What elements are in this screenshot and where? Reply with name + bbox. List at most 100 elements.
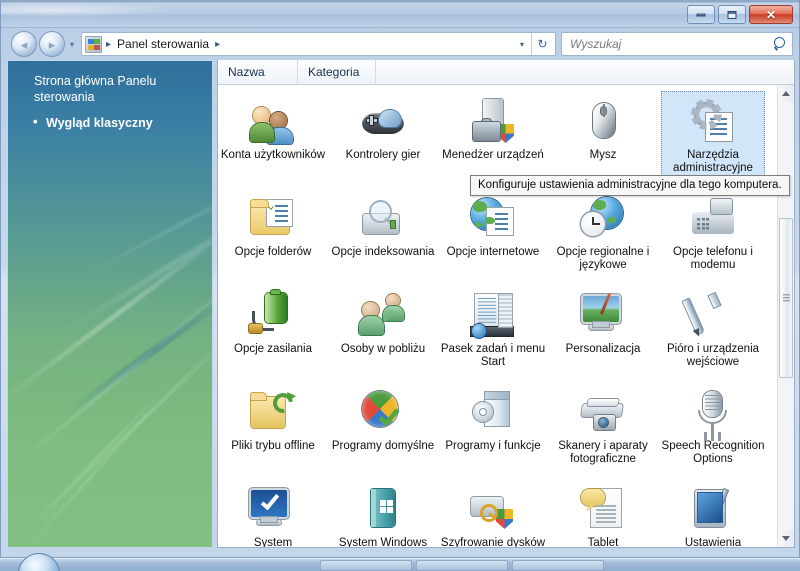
phone-modem-options-icon xyxy=(689,194,737,242)
control-panel-item-label: Ustawienia xyxy=(684,537,742,547)
control-panel-item-label: Opcje zasilania xyxy=(234,343,312,355)
minimize-button[interactable] xyxy=(687,5,715,24)
control-panel-item-windows-update[interactable]: System Windows xyxy=(328,479,438,547)
taskbar-button[interactable] xyxy=(320,560,412,571)
control-panel-item-mouse[interactable]: Mysz xyxy=(548,91,658,188)
address-bar-row: ◂ ▸ ▾ ▸ Panel sterowania ▸ ▾ ↻ Wyszukaj xyxy=(1,28,799,60)
windows-update-icon xyxy=(359,485,407,533)
tooltip: Konfiguruje ustawienia administracyjne d… xyxy=(470,175,790,196)
search-input[interactable]: Wyszukaj xyxy=(570,37,773,51)
forward-button[interactable]: ▸ xyxy=(39,31,65,57)
taskbar-start-menu-icon xyxy=(469,291,517,339)
breadcrumb-separator-leading: ▸ xyxy=(106,38,112,50)
control-panel-item-user-accounts[interactable]: Konta użytkowników xyxy=(218,91,328,188)
address-dropdown-icon[interactable]: ▾ xyxy=(513,40,531,49)
icon-row: Opcje folderów Opcje indeksowania Opcje in… xyxy=(218,188,777,285)
user-accounts-icon xyxy=(249,97,297,145)
control-panel-item-label: Kontrolery gier xyxy=(345,149,421,161)
control-panel-item-folder-options[interactable]: Opcje folderów xyxy=(218,188,328,285)
control-panel-item-label: Konta użytkowników xyxy=(220,149,326,161)
drive-encryption-icon xyxy=(469,485,517,533)
wallpaper-swoosh xyxy=(20,377,176,538)
control-panel-item-regional-language-options[interactable]: Opcje regionalne i językowe xyxy=(548,188,658,285)
control-panel-item-default-programs[interactable]: Programy domyślne xyxy=(328,382,438,479)
control-panel-item-phone-modem-options[interactable]: Opcje telefonu i modemu xyxy=(658,188,768,285)
control-panel-item-programs-and-features[interactable]: Programy i funkcje xyxy=(438,382,548,479)
control-panel-item-label: Opcje indeksowania xyxy=(331,246,435,258)
breadcrumb-separator-trailing[interactable]: ▸ xyxy=(211,39,224,50)
regional-language-options-icon xyxy=(579,194,627,242)
pen-input-devices-icon xyxy=(689,291,737,339)
refresh-icon[interactable]: ↻ xyxy=(531,33,553,55)
sidebar-item-control-panel-home[interactable]: Strona główna Panelu sterowania xyxy=(34,73,198,105)
wallpaper-swoosh xyxy=(24,399,162,547)
control-panel-item-people-near-me[interactable]: Osoby w pobliżu xyxy=(328,285,438,382)
chevron-down-icon xyxy=(782,536,790,541)
address-bar[interactable]: ▸ Panel sterowania ▸ ▾ ↻ xyxy=(81,32,556,56)
back-button[interactable]: ◂ xyxy=(11,31,37,57)
taskbar-button[interactable] xyxy=(512,560,604,571)
control-panel-item-tablet-pc-settings[interactable]: Ustawienia xyxy=(658,479,768,547)
power-options-icon xyxy=(249,290,297,339)
personalization-icon xyxy=(579,291,627,339)
icon-row: Opcje zasilania Osoby w pobliżu Pasek zada… xyxy=(218,285,777,382)
window-body: Strona główna Panelu sterowania Wygląd k… xyxy=(1,60,799,557)
vertical-scrollbar[interactable] xyxy=(777,85,794,547)
control-panel-item-tablet[interactable]: Tablet xyxy=(548,479,658,547)
indexing-options-icon xyxy=(359,194,407,242)
game-controllers-icon xyxy=(359,97,407,145)
window-controls: ✕ xyxy=(687,5,793,24)
maximize-restore-button[interactable] xyxy=(718,5,746,24)
control-panel-item-offline-files[interactable]: Pliki trybu offline xyxy=(218,382,328,479)
close-icon: ✕ xyxy=(765,7,777,22)
recent-pages-button[interactable]: ▾ xyxy=(65,40,79,49)
chevron-up-icon xyxy=(782,91,790,96)
breadcrumb-control-panel[interactable]: Panel sterowania xyxy=(115,36,211,52)
column-header-category[interactable]: Kategoria xyxy=(298,60,376,84)
device-manager-icon xyxy=(469,97,517,145)
control-panel-item-label: Opcje telefonu i modemu xyxy=(673,246,753,271)
control-panel-item-label: Opcje folderów xyxy=(234,246,312,258)
control-panel-item-taskbar-start-menu[interactable]: Pasek zadań i menu Start xyxy=(438,285,548,382)
taskbar[interactable] xyxy=(0,553,800,571)
control-panel-item-label: Pasek zadań i menu Start xyxy=(440,343,546,368)
icon-grid-wrapper: Konta użytkowników Kontrolery gier Menedże… xyxy=(218,85,794,547)
administrative-tools-icon xyxy=(689,97,737,145)
control-panel-item-scanners-cameras[interactable]: Skanery i aparaty fotograficzne xyxy=(548,382,658,479)
control-panel-item-label: Tablet xyxy=(587,537,619,547)
sidebar-task-list: Strona główna Panelu sterowania Wygląd k… xyxy=(8,61,212,131)
control-panel-item-label: Opcje internetowe xyxy=(446,246,540,258)
control-panel-item-label: Opcje regionalne i językowe xyxy=(556,246,650,271)
control-panel-item-game-controllers[interactable]: Kontrolery gier xyxy=(328,91,438,188)
scroll-down-button[interactable] xyxy=(778,530,794,547)
title-bar[interactable]: ✕ xyxy=(1,0,799,28)
control-panel-item-drive-encryption[interactable]: Szyfrowanie dysków xyxy=(438,479,548,547)
control-panel-item-indexing-options[interactable]: Opcje indeksowania xyxy=(328,188,438,285)
control-panel-item-internet-options[interactable]: Opcje internetowe xyxy=(438,188,548,285)
search-icon xyxy=(773,37,787,51)
control-panel-item-pen-input-devices[interactable]: Pióro i urządzenia wejściowe xyxy=(658,285,768,382)
column-header-name[interactable]: Nazwa xyxy=(218,60,298,84)
control-panel-icon xyxy=(85,35,102,53)
control-panel-item-power-options[interactable]: Opcje zasilania xyxy=(218,285,328,382)
sidebar-item-classic-view[interactable]: Wygląd klasyczny xyxy=(33,114,198,131)
control-panel-item-label: System xyxy=(253,537,293,547)
search-box[interactable]: Wyszukaj xyxy=(561,32,793,56)
control-panel-item-label: Narzędzia administracyjne xyxy=(673,149,753,174)
scanners-cameras-icon xyxy=(579,388,627,436)
control-panel-item-speech-recognition-options[interactable]: Speech Recognition Options xyxy=(658,382,768,479)
column-header-bar: Nazwa Kategoria xyxy=(218,60,794,85)
scroll-up-button[interactable] xyxy=(778,85,794,102)
control-panel-item-device-manager[interactable]: Menedżer urządzeń xyxy=(438,91,548,188)
close-button[interactable]: ✕ xyxy=(749,5,793,24)
control-panel-item-label: Speech Recognition Options xyxy=(661,440,765,465)
control-panel-item-administrative-tools[interactable]: Narzędzia administracyjne xyxy=(658,91,768,188)
control-panel-window: ✕ ◂ ▸ ▾ ▸ Panel sterowania ▸ ▾ ↻ Wyszuka… xyxy=(0,0,800,558)
control-panel-item-system[interactable]: System xyxy=(218,479,328,547)
wallpaper-swoosh xyxy=(14,258,212,468)
programs-and-features-icon xyxy=(469,388,517,436)
scrollbar-thumb[interactable] xyxy=(779,218,793,378)
control-panel-item-label: Osoby w pobliżu xyxy=(340,343,426,355)
taskbar-button[interactable] xyxy=(416,560,508,571)
control-panel-item-personalization[interactable]: Personalizacja xyxy=(548,285,658,382)
